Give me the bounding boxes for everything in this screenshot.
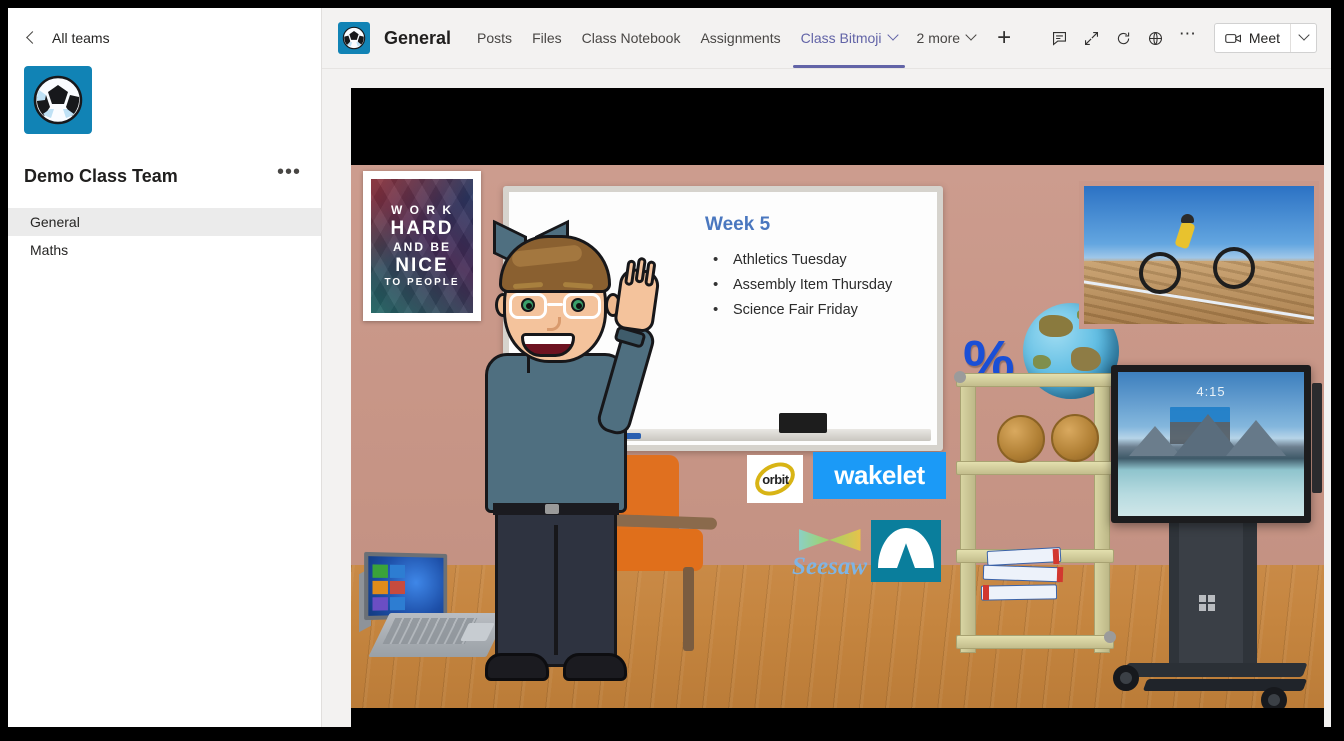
meet-button[interactable]: Meet — [1215, 24, 1290, 52]
tab-content-area: W O R K HARD AND BE NICE TO PEOPLE Week … — [323, 69, 1331, 727]
teacher-belt-buckle — [545, 504, 559, 514]
hub-clock: 4:15 — [1196, 383, 1226, 399]
channel-identity: General — [322, 8, 451, 68]
whiteboard-item: Athletics Tuesday — [709, 247, 892, 273]
soccer-ball-icon — [33, 75, 83, 125]
whiteboard-list: Athletics Tuesday Assembly Item Thursday… — [709, 247, 892, 323]
teacher-glasses — [509, 293, 601, 319]
sidebar-item-maths[interactable]: Maths — [8, 236, 321, 264]
whiteboard-eraser — [779, 413, 827, 433]
teacher-shoe — [485, 653, 549, 681]
all-teams-label: All teams — [52, 30, 110, 46]
refresh-icon[interactable] — [1108, 22, 1140, 54]
tab-label: Posts — [477, 30, 513, 46]
add-tab-button[interactable]: + — [985, 8, 1023, 68]
tab-more[interactable]: 2 more — [907, 8, 986, 68]
laptop-screen — [364, 551, 448, 621]
tab-bar: Posts Files Class Notebook Assignments C… — [467, 8, 1023, 68]
channel-header: General Posts Files Class Notebook Assig… — [322, 8, 1331, 69]
bitmoji-classroom-canvas[interactable]: W O R K HARD AND BE NICE TO PEOPLE Week … — [351, 88, 1324, 727]
header-actions: ⋯ Meet — [1044, 8, 1331, 68]
poster-line-1: W O R K — [391, 203, 453, 217]
poster-line-3: AND BE — [392, 240, 451, 254]
windows-logo-icon — [1199, 595, 1215, 611]
poster-line-2: HARD — [390, 218, 454, 239]
poster-line-5: TO PEOPLE — [384, 277, 460, 288]
content-scrollbar[interactable] — [1324, 130, 1331, 727]
team-sidebar: All teams Demo Class Team ••• General Ma… — [8, 8, 322, 727]
caster-wheel — [1261, 687, 1287, 708]
tab-label: Files — [532, 30, 562, 46]
team-more-options-button[interactable]: ••• — [273, 162, 305, 185]
tab-label: Class Bitmoji — [800, 30, 882, 46]
mountain-bike-photo — [1079, 181, 1319, 329]
meet-dropdown-button[interactable] — [1290, 24, 1316, 52]
surface-laptop[interactable] — [359, 551, 508, 661]
tab-label: 2 more — [916, 30, 961, 46]
poster-line-4: NICE — [395, 255, 449, 276]
sidebar-item-general[interactable]: General — [8, 208, 321, 236]
chevron-down-icon — [1297, 29, 1310, 41]
tab-class-notebook[interactable]: Class Notebook — [572, 8, 691, 68]
video-camera-icon — [1225, 33, 1241, 43]
chevron-down-icon — [965, 29, 977, 41]
whiteboard-item: Assembly Item Thursday — [709, 272, 892, 298]
tab-label: Assignments — [700, 30, 781, 46]
gold-coin — [997, 415, 1045, 463]
caster-wheel — [1113, 665, 1139, 691]
whiteboard-item: Science Fair Friday — [709, 297, 892, 323]
team-name: Demo Class Team — [24, 165, 178, 186]
seesaw-bow-icon — [798, 529, 861, 551]
gold-coin — [1051, 414, 1099, 462]
whiteboard-title: Week 5 — [705, 214, 771, 235]
teacher-shirt — [485, 353, 627, 513]
orbit-logo[interactable]: orbit — [747, 455, 803, 503]
meet-button-group: Meet — [1213, 23, 1317, 53]
chevron-left-icon — [24, 31, 38, 45]
teams-window: All teams Demo Class Team ••• General Ma… — [8, 8, 1331, 727]
tab-assignments[interactable]: Assignments — [690, 8, 790, 68]
mathletics-logo[interactable] — [871, 520, 941, 582]
team-header: Demo Class Team ••• — [24, 160, 305, 192]
all-teams-back-button[interactable]: All teams — [8, 8, 321, 46]
globe-icon[interactable] — [1140, 22, 1172, 54]
teacher-waving-hand — [612, 256, 662, 334]
more-options-icon[interactable]: ⋯ — [1172, 22, 1204, 54]
wakelet-logo[interactable]: wakelet — [813, 452, 946, 499]
classroom-scene: W O R K HARD AND BE NICE TO PEOPLE Week … — [351, 165, 1324, 708]
meet-label: Meet — [1248, 30, 1280, 46]
tab-files[interactable]: Files — [522, 8, 572, 68]
channel-avatar — [338, 22, 370, 54]
chevron-down-icon — [886, 29, 899, 41]
page-title: General — [384, 27, 452, 48]
expand-icon[interactable] — [1076, 22, 1108, 54]
hub-screen: 4:15 — [1111, 365, 1311, 523]
orbit-logo-label: orbit — [761, 471, 789, 487]
book-stack — [980, 547, 1085, 611]
soccer-ball-icon — [342, 26, 366, 50]
letterbox-top — [351, 88, 1324, 165]
surface-hub-display[interactable]: 4:15 — [1111, 365, 1322, 708]
laptop-keyboard — [368, 613, 508, 657]
team-avatar — [24, 66, 92, 134]
tab-posts[interactable]: Posts — [467, 8, 522, 68]
channel-list: General Maths — [8, 208, 321, 264]
tab-class-bitmoji[interactable]: Class Bitmoji — [791, 8, 907, 68]
bookshelf — [954, 371, 1116, 653]
teacher-shoe — [563, 653, 627, 681]
letterbox-bottom — [351, 708, 1324, 727]
seesaw-logo-label: Seesaw — [792, 553, 867, 580]
teacher-leg-split — [554, 525, 558, 655]
tab-label: Class Notebook — [581, 30, 681, 46]
chat-icon[interactable] — [1044, 22, 1076, 54]
